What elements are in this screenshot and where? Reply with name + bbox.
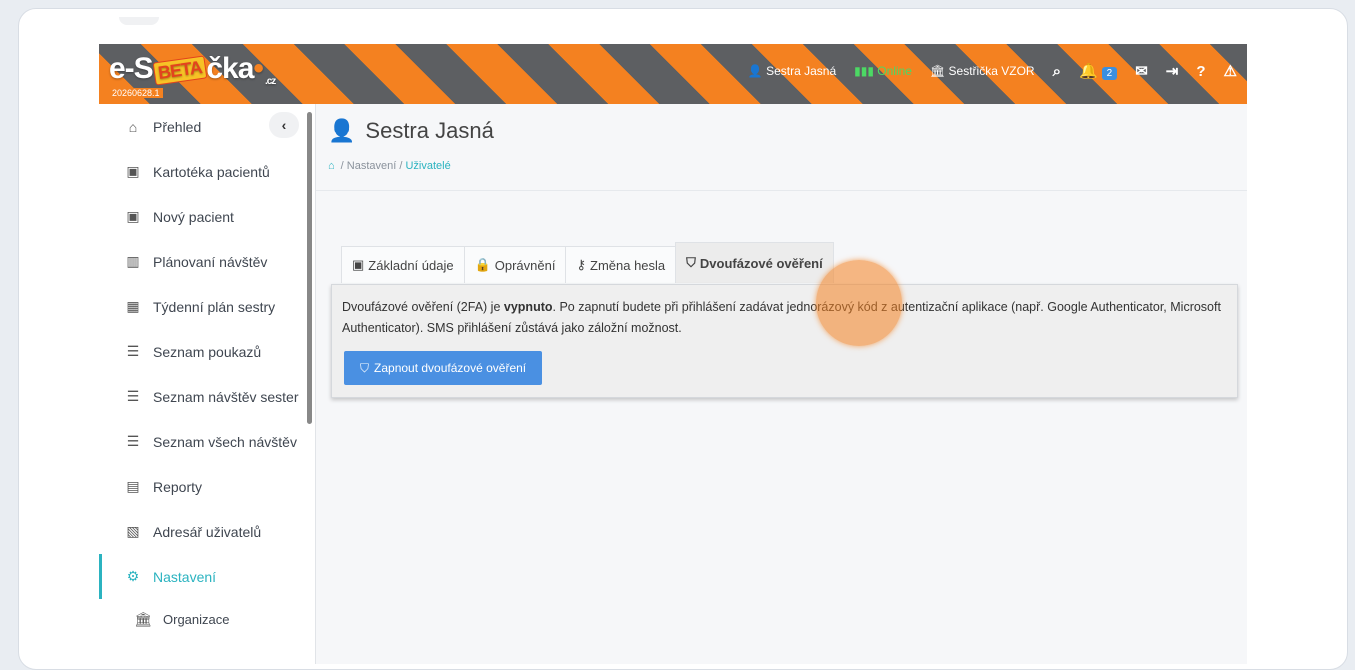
status-text: Online bbox=[877, 64, 912, 78]
user-icon: 👤 bbox=[747, 64, 763, 78]
list-icon: ☰ bbox=[126, 343, 140, 359]
address-book-icon: ▧ bbox=[126, 523, 140, 539]
notifications-button[interactable]: 🔔 2 bbox=[1078, 62, 1118, 80]
click-indicator bbox=[816, 260, 902, 346]
user-icon: 👤 bbox=[328, 118, 356, 143]
warning-icon[interactable]: ⚠ bbox=[1224, 62, 1237, 80]
chart-icon: ▤ bbox=[126, 478, 140, 494]
two-factor-panel: Dvoufázové ověření (2FA) je vypnuto. Po … bbox=[331, 284, 1238, 398]
build-number: 20260628.1 bbox=[109, 88, 163, 98]
main-content: 👤 Sestra Jasná ⌂ / Nastavení / Uživatelé … bbox=[316, 104, 1247, 664]
id-card-icon: ▣ bbox=[352, 257, 365, 272]
home-icon: ⌂ bbox=[128, 118, 138, 135]
bell-icon: 🔔 bbox=[1078, 63, 1098, 80]
sidebar-item-label: Seznam všech návštěv bbox=[153, 433, 297, 450]
sidebar-item-vsechny-navstevy[interactable]: ☰ Seznam všech návštěv bbox=[99, 419, 315, 464]
logout-icon[interactable]: ⇥ bbox=[1166, 62, 1179, 80]
logo-tld: .cz bbox=[264, 76, 276, 87]
sidebar-item-label: Nový pacient bbox=[153, 208, 234, 225]
sidebar-item-label: Přehled bbox=[153, 118, 202, 135]
page-title: Sestra Jasná bbox=[365, 118, 494, 143]
mail-icon[interactable]: ✉ bbox=[1135, 62, 1148, 80]
sidebar-item-navstevy-sester[interactable]: ☰ Seznam návštěv sester bbox=[99, 374, 315, 419]
home-icon[interactable]: ⌂ bbox=[328, 160, 335, 172]
header-user[interactable]: 👤 Sestra Jasná bbox=[748, 64, 836, 78]
header-toolbar: 👤 Sestra Jasná ▮▮▮ Online 🏛 Sestřička VZ… bbox=[748, 62, 1237, 80]
avatar-stub bbox=[119, 17, 159, 25]
tab-basic-info[interactable]: ▣ Základní údaje bbox=[341, 246, 465, 283]
shield-icon: ⛉ bbox=[686, 255, 696, 270]
sidebar: ⌂ Přehled ▣ Kartotéka pacientů ▣ Nový pacie… bbox=[99, 104, 316, 664]
cogs-icon: ⚙ bbox=[126, 568, 140, 584]
sidebar-item-organizace[interactable]: 🏛 Organizace bbox=[99, 599, 315, 639]
sidebar-item-label: Seznam návštěv sester bbox=[153, 388, 299, 405]
two-factor-state: vypnuto bbox=[503, 300, 553, 314]
app-window: e-S BETA čka• .cz 20260628.1 👤 Sestra Jasná… bbox=[99, 44, 1247, 664]
sidebar-item-label: Kartotéka pacientů bbox=[153, 163, 270, 180]
shield-icon: ⛉ bbox=[360, 360, 370, 375]
page-header: 👤 Sestra Jasná bbox=[328, 118, 494, 144]
list-icon: ☰ bbox=[126, 433, 140, 449]
sidebar-item-label: Seznam poukazů bbox=[153, 343, 262, 360]
header-org-name: Sestřička VZOR bbox=[948, 64, 1035, 78]
sidebar-item-novy-pacient[interactable]: ▣ Nový pacient bbox=[99, 194, 315, 239]
logo-suffix: čka bbox=[206, 52, 254, 85]
notification-count: 2 bbox=[1101, 67, 1118, 80]
chevron-left-icon: ‹ bbox=[281, 117, 287, 133]
header-org[interactable]: 🏛 Sestřička VZOR bbox=[930, 64, 1035, 78]
sidebar-item-planovani[interactable]: ▥ Plánovaní návštěv bbox=[99, 239, 315, 284]
app-logo[interactable]: e-S BETA čka• .cz bbox=[109, 52, 276, 87]
divider bbox=[316, 190, 1247, 191]
two-factor-description: Dvoufázové ověření (2FA) je vypnuto. Po … bbox=[342, 297, 1222, 339]
logo-prefix: e-S bbox=[109, 52, 154, 85]
tab-bar: ▣ Základní údaje 🔒 Oprávnění ⚷ Změna hesla … bbox=[341, 242, 834, 283]
id-card-icon: ▣ bbox=[126, 208, 140, 224]
beta-badge: BETA bbox=[152, 55, 207, 86]
top-header: e-S BETA čka• .cz 20260628.1 👤 Sestra Jasná… bbox=[99, 44, 1247, 104]
sidebar-item-adresar[interactable]: ▧ Adresář uživatelů bbox=[99, 509, 315, 554]
sidebar-item-kartoteka[interactable]: ▣ Kartotéka pacientů bbox=[99, 149, 315, 194]
lock-icon: 🔒 bbox=[474, 257, 491, 272]
sidebar-item-label: Reporty bbox=[153, 478, 203, 495]
sidebar-item-label: Adresář uživatelů bbox=[153, 523, 262, 540]
tab-permissions[interactable]: 🔒 Oprávnění bbox=[463, 246, 567, 283]
sidebar-item-nastaveni[interactable]: ⚙ Nastavení bbox=[99, 554, 315, 599]
breadcrumb-users[interactable]: Uživatelé bbox=[405, 160, 450, 172]
connection-status: ▮▮▮ Online bbox=[854, 64, 912, 78]
tab-label: Základní údaje bbox=[368, 257, 454, 273]
sidebar-item-label: Plánovaní návštěv bbox=[153, 253, 268, 270]
id-card-icon: ▣ bbox=[126, 163, 140, 179]
sidebar-item-tydenni-plan[interactable]: ▦ Týdenní plán sestry bbox=[99, 284, 315, 329]
tab-label: Oprávnění bbox=[494, 257, 556, 273]
key-icon: ⚷ bbox=[576, 257, 586, 272]
breadcrumb-settings[interactable]: Nastavení bbox=[347, 160, 397, 172]
sidebar-item-label: Nastavení bbox=[153, 568, 217, 585]
sidebar-item-label: Organizace bbox=[163, 611, 230, 627]
tab-password-change[interactable]: ⚷ Změna hesla bbox=[565, 246, 677, 283]
sidebar-item-reporty[interactable]: ▤ Reporty bbox=[99, 464, 315, 509]
header-user-name: Sestra Jasná bbox=[766, 64, 837, 78]
button-label: Zapnout dvoufázové ověření bbox=[374, 361, 527, 375]
list-icon: ☰ bbox=[126, 388, 140, 404]
description-part: Dvoufázové ověření (2FA) je bbox=[342, 300, 504, 314]
sidebar-scrollbar[interactable] bbox=[307, 112, 312, 424]
search-icon[interactable]: ⌕ bbox=[1053, 63, 1061, 80]
tab-label: Změna hesla bbox=[590, 257, 666, 273]
breadcrumb: ⌂ / Nastavení / Uživatelé bbox=[328, 160, 451, 172]
sidebar-item-poukazy[interactable]: ☰ Seznam poukazů bbox=[99, 329, 315, 374]
tab-two-factor[interactable]: ⛉ Dvoufázové ověření bbox=[675, 242, 834, 283]
tab-label: Dvoufázové ověření bbox=[699, 255, 823, 271]
sidebar-item-label: Týdenní plán sestry bbox=[153, 298, 276, 315]
calendar-icon: ▦ bbox=[126, 298, 140, 314]
enable-two-factor-button[interactable]: ⛉ Zapnout dvoufázové ověření bbox=[344, 351, 543, 385]
signal-icon: ▮▮▮ bbox=[854, 64, 874, 78]
logo-dot: • bbox=[253, 52, 263, 85]
map-icon: ▥ bbox=[126, 253, 140, 269]
bank-icon: 🏛 bbox=[134, 610, 152, 627]
help-icon[interactable]: ? bbox=[1196, 63, 1205, 80]
bank-icon: 🏛 bbox=[929, 64, 946, 78]
sidebar-collapse-button[interactable]: ‹ bbox=[269, 112, 299, 138]
screenshot-frame: e-S BETA čka• .cz 20260628.1 👤 Sestra Jasná… bbox=[18, 8, 1348, 670]
